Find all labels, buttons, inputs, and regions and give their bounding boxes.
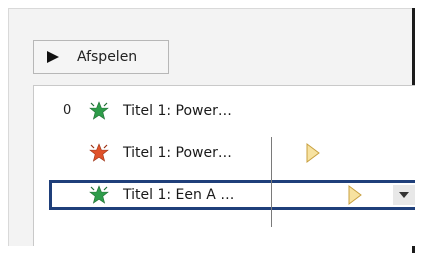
animation-list: 0 Titel 1: Power… Titel 1: Power… Titel … bbox=[33, 85, 415, 246]
chevron-down-icon bbox=[399, 192, 409, 198]
animation-order: 0 bbox=[63, 103, 72, 118]
animation-label: Titel 1: Een A … bbox=[123, 187, 235, 203]
animation-item-selected[interactable]: Titel 1: Een A … bbox=[34, 180, 415, 210]
entrance-star-icon bbox=[89, 101, 109, 121]
emphasis-star-icon bbox=[89, 143, 109, 163]
animation-item[interactable]: Titel 1: Power… bbox=[34, 138, 415, 168]
timing-marker[interactable] bbox=[306, 143, 320, 163]
item-dropdown-button[interactable] bbox=[393, 185, 415, 205]
play-button[interactable]: Afspelen bbox=[33, 40, 169, 74]
play-button-label: Afspelen bbox=[77, 49, 138, 65]
timeline-divider bbox=[271, 137, 272, 227]
animation-label: Titel 1: Power… bbox=[123, 103, 232, 119]
animation-item[interactable]: 0 Titel 1: Power… bbox=[34, 96, 415, 126]
animation-label: Titel 1: Power… bbox=[123, 145, 232, 161]
entrance-star-icon bbox=[89, 185, 109, 205]
play-icon bbox=[46, 50, 60, 64]
timing-marker[interactable] bbox=[348, 185, 362, 205]
